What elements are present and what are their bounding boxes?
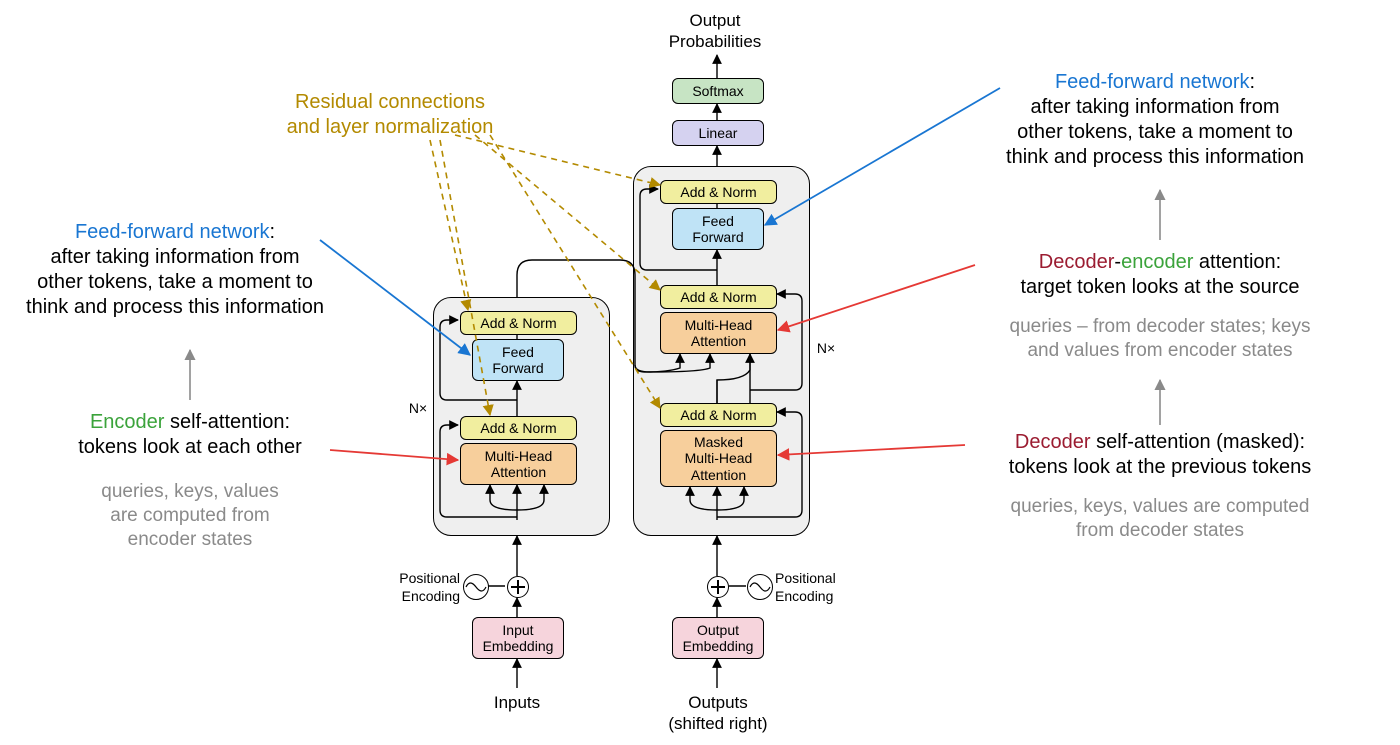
dec-masked-attention: MaskedMulti-HeadAttention xyxy=(660,430,777,487)
annot-residual: Residual connectionsand layer normalizat… xyxy=(260,90,520,140)
transformer-diagram: { "top": { "out_prob_l1":"Output", "out_… xyxy=(0,0,1400,745)
enc-pe-label: PositionalEncoding xyxy=(382,570,460,605)
dec-pe-icon xyxy=(747,574,773,600)
enc-pe-add xyxy=(507,576,529,598)
enc-nx: N× xyxy=(405,400,431,418)
dec-pe-add xyxy=(707,576,729,598)
inputs-label: Inputs xyxy=(472,692,562,713)
dec-nx: N× xyxy=(813,340,839,358)
annot-enc-sa-gray: queries, keys, values are computed from … xyxy=(80,480,300,551)
annot-dec-sa-gray: queries, keys, values are computed from … xyxy=(975,495,1345,543)
annot-ffn-left: Feed-forward network: after taking infor… xyxy=(25,220,325,320)
annot-decenc: Decoder-encoder attention: target token … xyxy=(975,250,1345,300)
enc-attention: Multi-HeadAttention xyxy=(460,443,577,485)
input-embedding: InputEmbedding xyxy=(472,617,564,659)
annot-dec-sa: Decoder self-attention (masked): tokens … xyxy=(960,430,1360,480)
dec-addnorm-1: Add & Norm xyxy=(660,403,777,427)
enc-pe-icon xyxy=(463,574,489,600)
dec-pe-label: PositionalEncoding xyxy=(775,570,853,605)
enc-addnorm-2: Add & Norm xyxy=(460,311,577,335)
enc-addnorm-1: Add & Norm xyxy=(460,416,577,440)
output-embedding: OutputEmbedding xyxy=(672,617,764,659)
output-probabilities-label: OutputProbabilities xyxy=(640,10,790,53)
outputs-label: Outputs(shifted right) xyxy=(648,692,788,735)
dec-feed-forward: FeedForward xyxy=(672,208,764,250)
annot-decenc-gray: queries – from decoder states; keys and … xyxy=(975,315,1345,363)
dec-addnorm-3: Add & Norm xyxy=(660,180,777,204)
annot-enc-sa: Encoder self-attention: tokens look at e… xyxy=(50,410,330,460)
annot-ffn-right: Feed-forward network: after taking infor… xyxy=(995,70,1315,170)
dec-encdec-attention: Multi-HeadAttention xyxy=(660,312,777,354)
softmax-block: Softmax xyxy=(672,78,764,104)
linear-block: Linear xyxy=(672,120,764,146)
enc-feed-forward: FeedForward xyxy=(472,339,564,381)
dec-addnorm-2: Add & Norm xyxy=(660,285,777,309)
